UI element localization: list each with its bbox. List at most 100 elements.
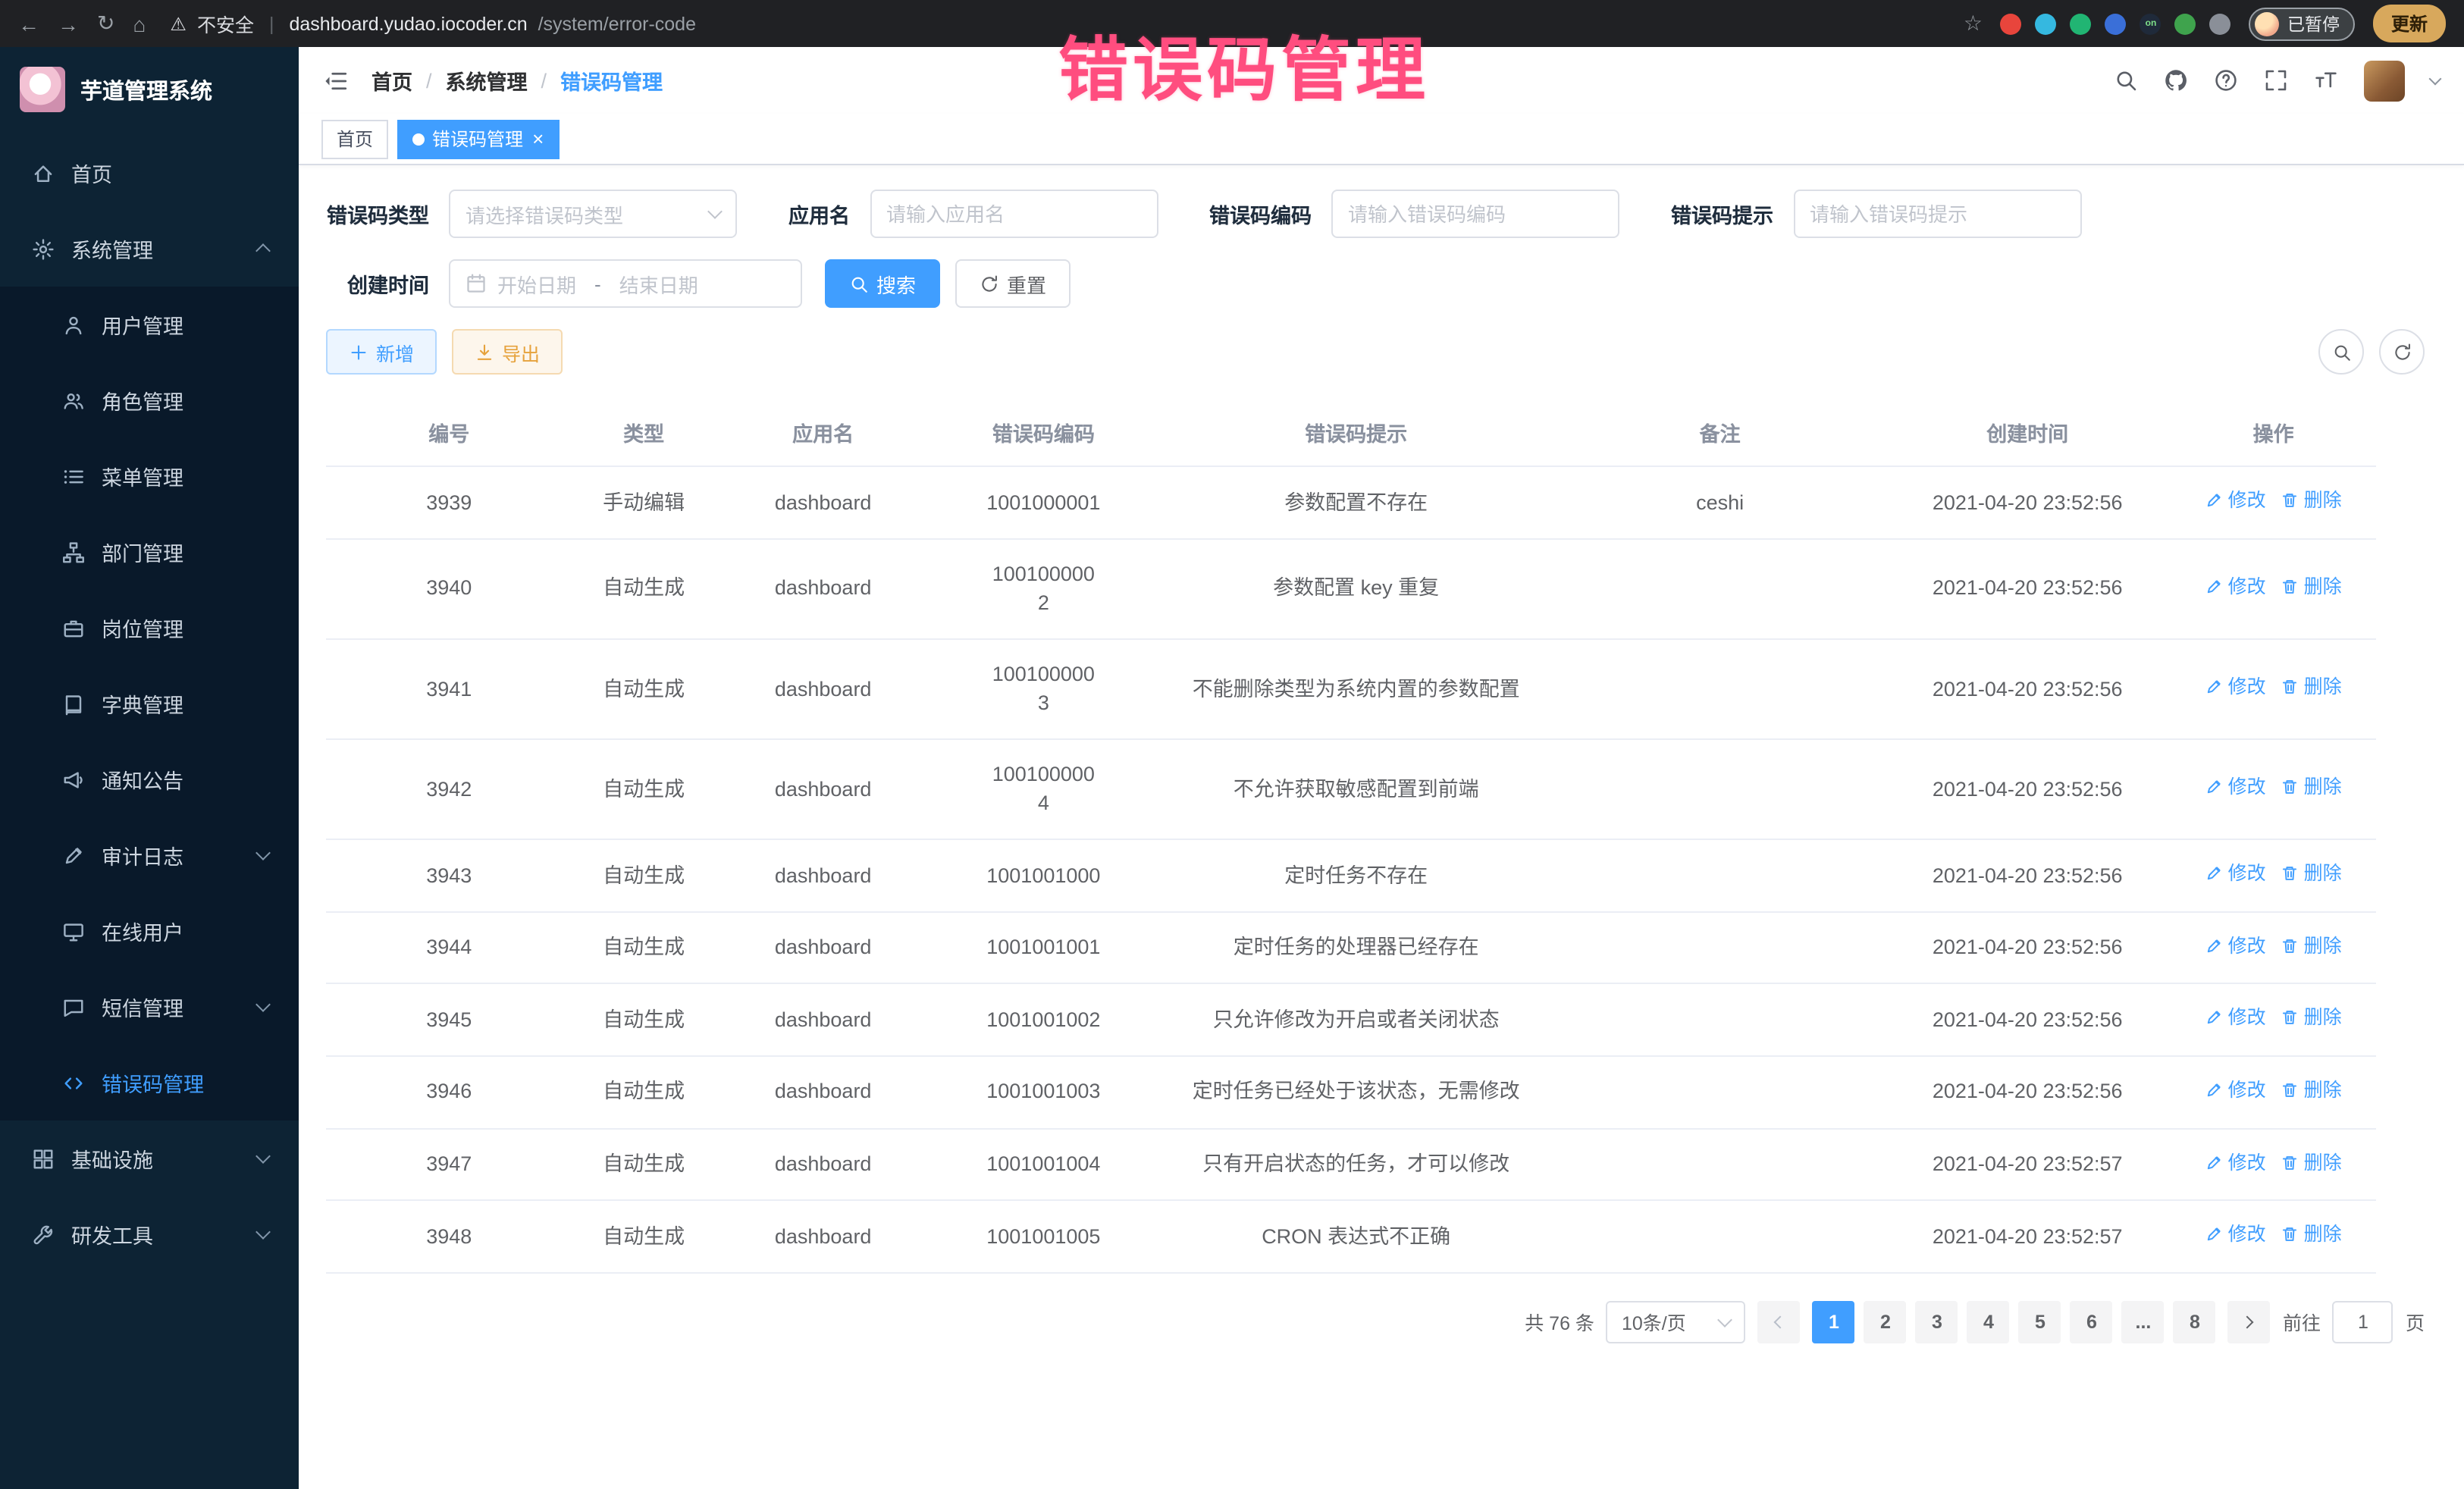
page-button[interactable]: 4 [1967, 1301, 2010, 1343]
page-button[interactable]: 8 [2174, 1301, 2216, 1343]
edit-link[interactable]: 修改 [2205, 932, 2266, 959]
bookmark-star-icon[interactable]: ☆ [1964, 11, 1983, 36]
date-range-picker[interactable]: 开始日期 - 结束日期 [449, 259, 802, 308]
tab-home[interactable]: 首页 [321, 119, 388, 158]
vue-devtools-icon[interactable] [2071, 13, 2092, 34]
edit-link[interactable]: 修改 [2205, 487, 2266, 514]
refresh-table-button[interactable] [2379, 329, 2425, 375]
user-avatar[interactable] [2364, 60, 2405, 101]
github-icon[interactable] [2164, 68, 2188, 92]
sidebar-item-errorcode[interactable]: 错误码管理 [0, 1045, 299, 1121]
sidebar-item-audit[interactable]: 审计日志 [0, 817, 299, 893]
sidebar-item-label: 部门管理 [102, 537, 183, 567]
breadcrumb-system[interactable]: 系统管理 [446, 65, 528, 96]
tab-error-code[interactable]: 错误码管理 × [397, 119, 559, 158]
sidebar-item-sms[interactable]: 短信管理 [0, 969, 299, 1045]
search-icon[interactable] [2114, 68, 2138, 92]
puzzle-extension-icon[interactable] [2210, 13, 2231, 34]
close-tab-icon[interactable]: × [532, 129, 544, 149]
sidebar-item-online[interactable]: 在线用户 [0, 893, 299, 969]
help-icon[interactable] [2214, 68, 2238, 92]
cell-operations: 修改删除 [2171, 553, 2375, 624]
sidebar-item-devtools[interactable]: 研发工具 [0, 1196, 299, 1272]
sidebar-item-menu[interactable]: 菜单管理 [0, 438, 299, 514]
edit-link[interactable]: 修改 [2205, 573, 2266, 600]
edit-link[interactable]: 修改 [2205, 773, 2266, 801]
delete-link[interactable]: 删除 [2281, 573, 2342, 600]
sidebar-item-post[interactable]: 岗位管理 [0, 590, 299, 666]
sidebar-item-label: 基础设施 [71, 1143, 153, 1174]
edit-label: 修改 [2228, 673, 2266, 701]
forward-icon[interactable]: → [58, 11, 79, 36]
delete-link[interactable]: 删除 [2281, 487, 2342, 514]
delete-link[interactable]: 删除 [2281, 860, 2342, 887]
tampermonkey-icon[interactable] [2105, 13, 2127, 34]
sidebar-item-dict[interactable]: 字典管理 [0, 666, 299, 741]
show-search-button[interactable] [2318, 329, 2364, 375]
sidebar-item-notice[interactable]: 通知公告 [0, 741, 299, 817]
table-row: 3940自动生成dashboard100100000 2参数配置 key 重复2… [326, 539, 2376, 639]
sidebar-item-role[interactable]: 角色管理 [0, 362, 299, 438]
browser-update-button[interactable]: 更新 [2373, 5, 2446, 42]
edit-label: 修改 [2228, 487, 2266, 514]
delete-link[interactable]: 删除 [2281, 1221, 2342, 1248]
delete-link[interactable]: 删除 [2281, 1005, 2342, 1032]
page-button[interactable]: 5 [2019, 1301, 2061, 1343]
delete-link[interactable]: 删除 [2281, 773, 2342, 801]
sidebar-item-infra[interactable]: 基础设施 [0, 1121, 299, 1196]
sidebar-item-dept[interactable]: 部门管理 [0, 514, 299, 590]
sidebar-item-home[interactable]: 首页 [0, 135, 299, 211]
cell-remark [1556, 928, 1884, 967]
proxy-icon[interactable] [2175, 13, 2196, 34]
reset-button[interactable]: 重置 [955, 259, 1071, 308]
edit-link[interactable]: 修改 [2205, 1149, 2266, 1176]
reload-icon[interactable]: ↻ [97, 11, 114, 36]
collapse-sidebar-icon[interactable] [323, 67, 349, 93]
error-code-input[interactable] [1331, 190, 1619, 238]
page-button[interactable]: 2 [1864, 1301, 1907, 1343]
colorpick-icon[interactable] [2036, 13, 2057, 34]
adblock-icon[interactable] [2001, 13, 2022, 34]
prev-page-button[interactable] [1758, 1301, 1801, 1343]
delete-link[interactable]: 删除 [2281, 1077, 2342, 1104]
onetab-icon[interactable]: on [2140, 13, 2161, 34]
edit-link[interactable]: 修改 [2205, 1077, 2266, 1104]
page-button[interactable]: 1 [1813, 1301, 1855, 1343]
page-button[interactable]: 6 [2071, 1301, 2113, 1343]
app-name-input[interactable] [870, 190, 1158, 238]
table-body: 3939手动编辑dashboard1001000001参数配置不存在ceshi2… [326, 467, 2376, 1274]
page-size-select[interactable]: 10条/页 [1607, 1301, 1746, 1343]
paused-profile-chip[interactable]: 已暂停 [2249, 7, 2355, 40]
browser-home-icon[interactable]: ⌂ [133, 11, 146, 36]
error-type-select[interactable]: 请选择错误码类型 [449, 190, 737, 238]
delete-link[interactable]: 删除 [2281, 1149, 2342, 1176]
table-row: 3945自动生成dashboard1001001002只允许修改为开启或者关闭状… [326, 985, 2376, 1057]
search-button[interactable]: 搜索 [825, 259, 940, 308]
chevron-down-icon[interactable] [2429, 72, 2442, 85]
edit-link[interactable]: 修改 [2205, 860, 2266, 887]
goto-page-input[interactable] [2333, 1301, 2393, 1343]
back-icon[interactable]: ← [18, 11, 39, 36]
fontsize-icon[interactable] [2314, 68, 2338, 92]
edit-link[interactable]: 修改 [2205, 1221, 2266, 1248]
start-date-placeholder: 开始日期 [497, 269, 576, 298]
breadcrumb-home[interactable]: 首页 [371, 65, 412, 96]
profile-avatar [2256, 11, 2280, 36]
cell-remark [1556, 1145, 1884, 1184]
add-button[interactable]: 新增 [326, 329, 437, 375]
next-page-button[interactable] [2228, 1301, 2271, 1343]
delete-link[interactable]: 删除 [2281, 932, 2342, 959]
page-button[interactable]: 3 [1916, 1301, 1958, 1343]
app-shell: 芋道管理系统 首页系统管理用户管理角色管理菜单管理部门管理岗位管理字典管理通知公… [0, 47, 2464, 1489]
app-logo[interactable]: 芋道管理系统 [0, 47, 299, 132]
page-button[interactable]: ... [2122, 1301, 2165, 1343]
fullscreen-icon[interactable] [2264, 68, 2288, 92]
export-button[interactable]: 导出 [452, 329, 563, 375]
sidebar-item-system[interactable]: 系统管理 [0, 211, 299, 287]
error-hint-input[interactable] [1793, 190, 2081, 238]
delete-link[interactable]: 删除 [2281, 673, 2342, 701]
edit-link[interactable]: 修改 [2205, 673, 2266, 701]
address-bar[interactable]: ⚠ 不安全 | dashboard.yudao.iocoder.cn/syste… [170, 9, 1945, 38]
edit-link[interactable]: 修改 [2205, 1005, 2266, 1032]
sidebar-item-user[interactable]: 用户管理 [0, 287, 299, 362]
